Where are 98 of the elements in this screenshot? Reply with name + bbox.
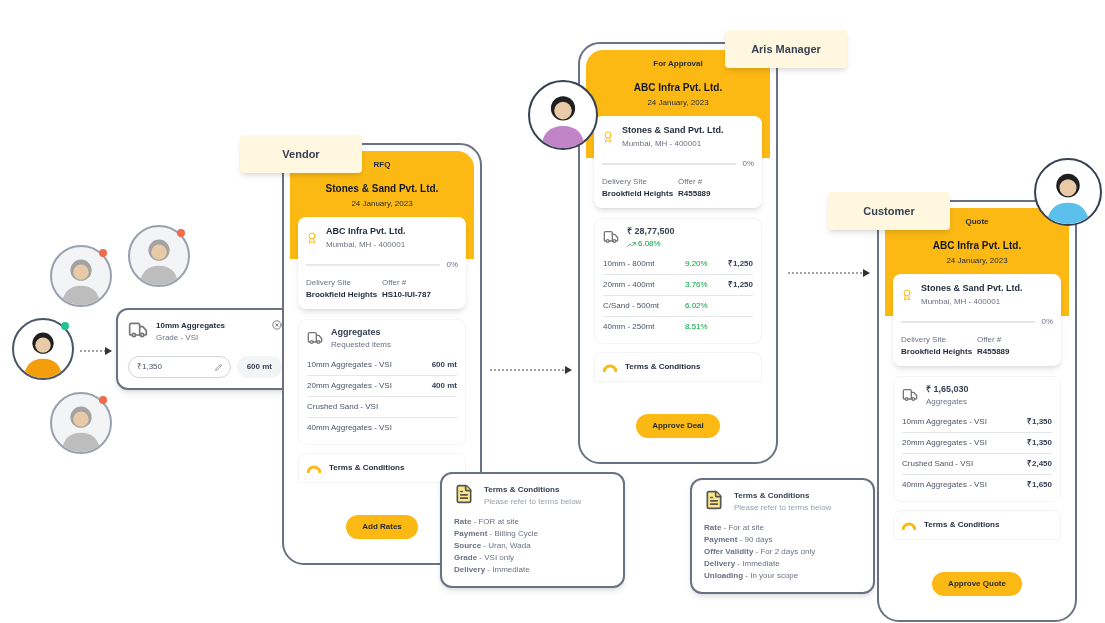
badge-icon xyxy=(306,231,318,244)
summary-subtitle: Aggregates xyxy=(926,396,968,408)
field-value: Brookfield Heights xyxy=(602,187,675,200)
action-button[interactable]: Add Rates xyxy=(346,515,418,539)
item-value: 600 mt xyxy=(430,359,457,371)
badge-icon xyxy=(602,130,614,143)
item-name: 10mm Aggregates - VSI xyxy=(902,416,988,428)
item-value: ₹1,350 xyxy=(1025,437,1052,449)
date-text: 24 January, 2023 xyxy=(647,97,709,109)
terms-line: Delivery - Immediate xyxy=(704,558,781,570)
company-name: ABC Infra Pvt. Ltd. xyxy=(932,239,1022,253)
truck-icon xyxy=(603,229,619,246)
field-label: Offer # xyxy=(678,175,704,188)
terms-row[interactable]: Terms & Conditions xyxy=(594,352,762,382)
summary-title: Aggregates xyxy=(331,325,382,339)
item-title: 10mm Aggregates xyxy=(156,320,227,332)
item-value: ₹1,650 xyxy=(1025,479,1052,491)
field-label: Offer # xyxy=(382,276,408,289)
trend-up-icon xyxy=(627,239,636,249)
party-name: Stones & Sand Pvt. Ltd. xyxy=(921,282,1023,295)
field-value: Brookfield Heights xyxy=(306,288,379,301)
field-value: Brookfield Heights xyxy=(901,345,974,358)
summary-title: ₹ 28,77,500 xyxy=(627,224,675,238)
trend-value: 6.08% xyxy=(638,238,661,250)
company-name: ABC Infra Pvt. Ltd. xyxy=(633,81,723,95)
item-name: Crushed Sand - VSI xyxy=(902,458,975,470)
terms-line: Source - Uran, Wada xyxy=(454,540,532,552)
status-label: RFQ xyxy=(373,159,391,171)
field-label: Delivery Site xyxy=(901,333,947,346)
progress-reading: 0% xyxy=(742,157,754,170)
party-name: ABC Infra Pvt. Ltd. xyxy=(326,225,406,238)
status-label: Quote xyxy=(965,216,989,228)
dashed-arrow xyxy=(80,347,112,355)
document-icon xyxy=(454,484,474,504)
terms-line: Rate - FOR at site xyxy=(454,516,520,528)
document-icon xyxy=(704,490,724,510)
change-value: 6.02% xyxy=(685,300,709,312)
company-name: Stones & Sand Pvt. Ltd. xyxy=(325,182,439,196)
close-icon[interactable] xyxy=(272,320,282,330)
item-value: 400 mt xyxy=(430,380,457,392)
item-name: 20mm Aggregates - VSI xyxy=(902,437,988,449)
summary-title: ₹ 1,65,030 xyxy=(926,382,969,396)
truck-icon xyxy=(307,330,323,347)
party-address: Mumbai, MH - 400001 xyxy=(622,137,703,150)
role-label: Customer xyxy=(828,192,950,230)
terms-line: Rate - For at site xyxy=(704,522,766,534)
item-grade: Grade - VSI xyxy=(156,332,200,344)
progress-reading: 0% xyxy=(446,258,458,271)
terms-line: Delivery - Immediate xyxy=(454,564,531,576)
terms-subtitle: Please refer to terms below xyxy=(484,496,582,508)
role-label: Aris Manager xyxy=(725,30,847,68)
terms-line: Unloading - In your scope xyxy=(704,570,800,582)
summary-subtitle: Requested items xyxy=(331,339,392,351)
field-value: R455889 xyxy=(977,345,1011,358)
field-label: Offer # xyxy=(977,333,1003,346)
item-name: 10mm - 800mt xyxy=(603,258,656,270)
quantity-pill: 600 mt xyxy=(236,356,282,378)
action-button[interactable]: Approve Quote xyxy=(932,572,1022,596)
change-value: 9.20% xyxy=(685,258,709,270)
item-name: 20mm - 400mt xyxy=(603,279,656,291)
progress-reading: 0% xyxy=(1041,315,1053,328)
date-text: 24 January, 2023 xyxy=(946,255,1008,267)
field-value: R455889 xyxy=(678,187,712,200)
item-value: ₹1,350 xyxy=(1025,416,1052,428)
change-value: 8.51% xyxy=(685,321,709,333)
field-label: Delivery Site xyxy=(602,175,648,188)
item-name: 10mm Aggregates - VSI xyxy=(307,359,393,371)
field-value: HS10-IUI-787 xyxy=(382,288,432,301)
item-name: 40mm - 250mt xyxy=(603,321,656,333)
truck-icon xyxy=(902,387,918,404)
terms-line: Payment - Billing Cycle xyxy=(454,528,540,540)
terms-row[interactable]: Terms & Conditions xyxy=(893,510,1061,540)
item-name: 40mm Aggregates - VSI xyxy=(902,479,988,491)
terms-subtitle: Please refer to terms below xyxy=(734,502,832,514)
action-button[interactable]: Approve Deal xyxy=(636,414,720,438)
date-text: 24 January, 2023 xyxy=(351,198,413,210)
item-value: ₹1,250 xyxy=(726,279,753,291)
terms-line: Grade - VSI only xyxy=(454,552,516,564)
party-name: Stones & Sand Pvt. Ltd. xyxy=(622,124,724,137)
truck-icon xyxy=(128,320,148,340)
change-value: 3.76% xyxy=(685,279,709,291)
party-address: Mumbai, MH - 400001 xyxy=(921,295,1002,308)
badge-icon xyxy=(901,288,913,301)
item-value: ₹2,450 xyxy=(1025,458,1052,470)
party-address: Mumbai, MH - 400001 xyxy=(326,238,406,251)
edit-icon[interactable] xyxy=(214,363,222,371)
terms-line: Payment - 90 days xyxy=(704,534,774,546)
status-label: For Approval xyxy=(653,58,703,70)
item-value: ₹1,250 xyxy=(726,258,753,270)
field-label: Delivery Site xyxy=(306,276,352,289)
role-label: Vendor xyxy=(240,135,362,173)
item-name: C/Sand - 500mt xyxy=(603,300,661,312)
terms-title: Terms & Conditions xyxy=(484,484,561,496)
item-name: Crushed Sand - VSI xyxy=(307,401,380,413)
terms-title: Terms & Conditions xyxy=(734,490,811,502)
item-name: 20mm Aggregates - VSI xyxy=(307,380,393,392)
terms-line: Offer Validity - For 2 days only xyxy=(704,546,817,558)
item-name: 40mm Aggregates - VSI xyxy=(307,422,393,434)
